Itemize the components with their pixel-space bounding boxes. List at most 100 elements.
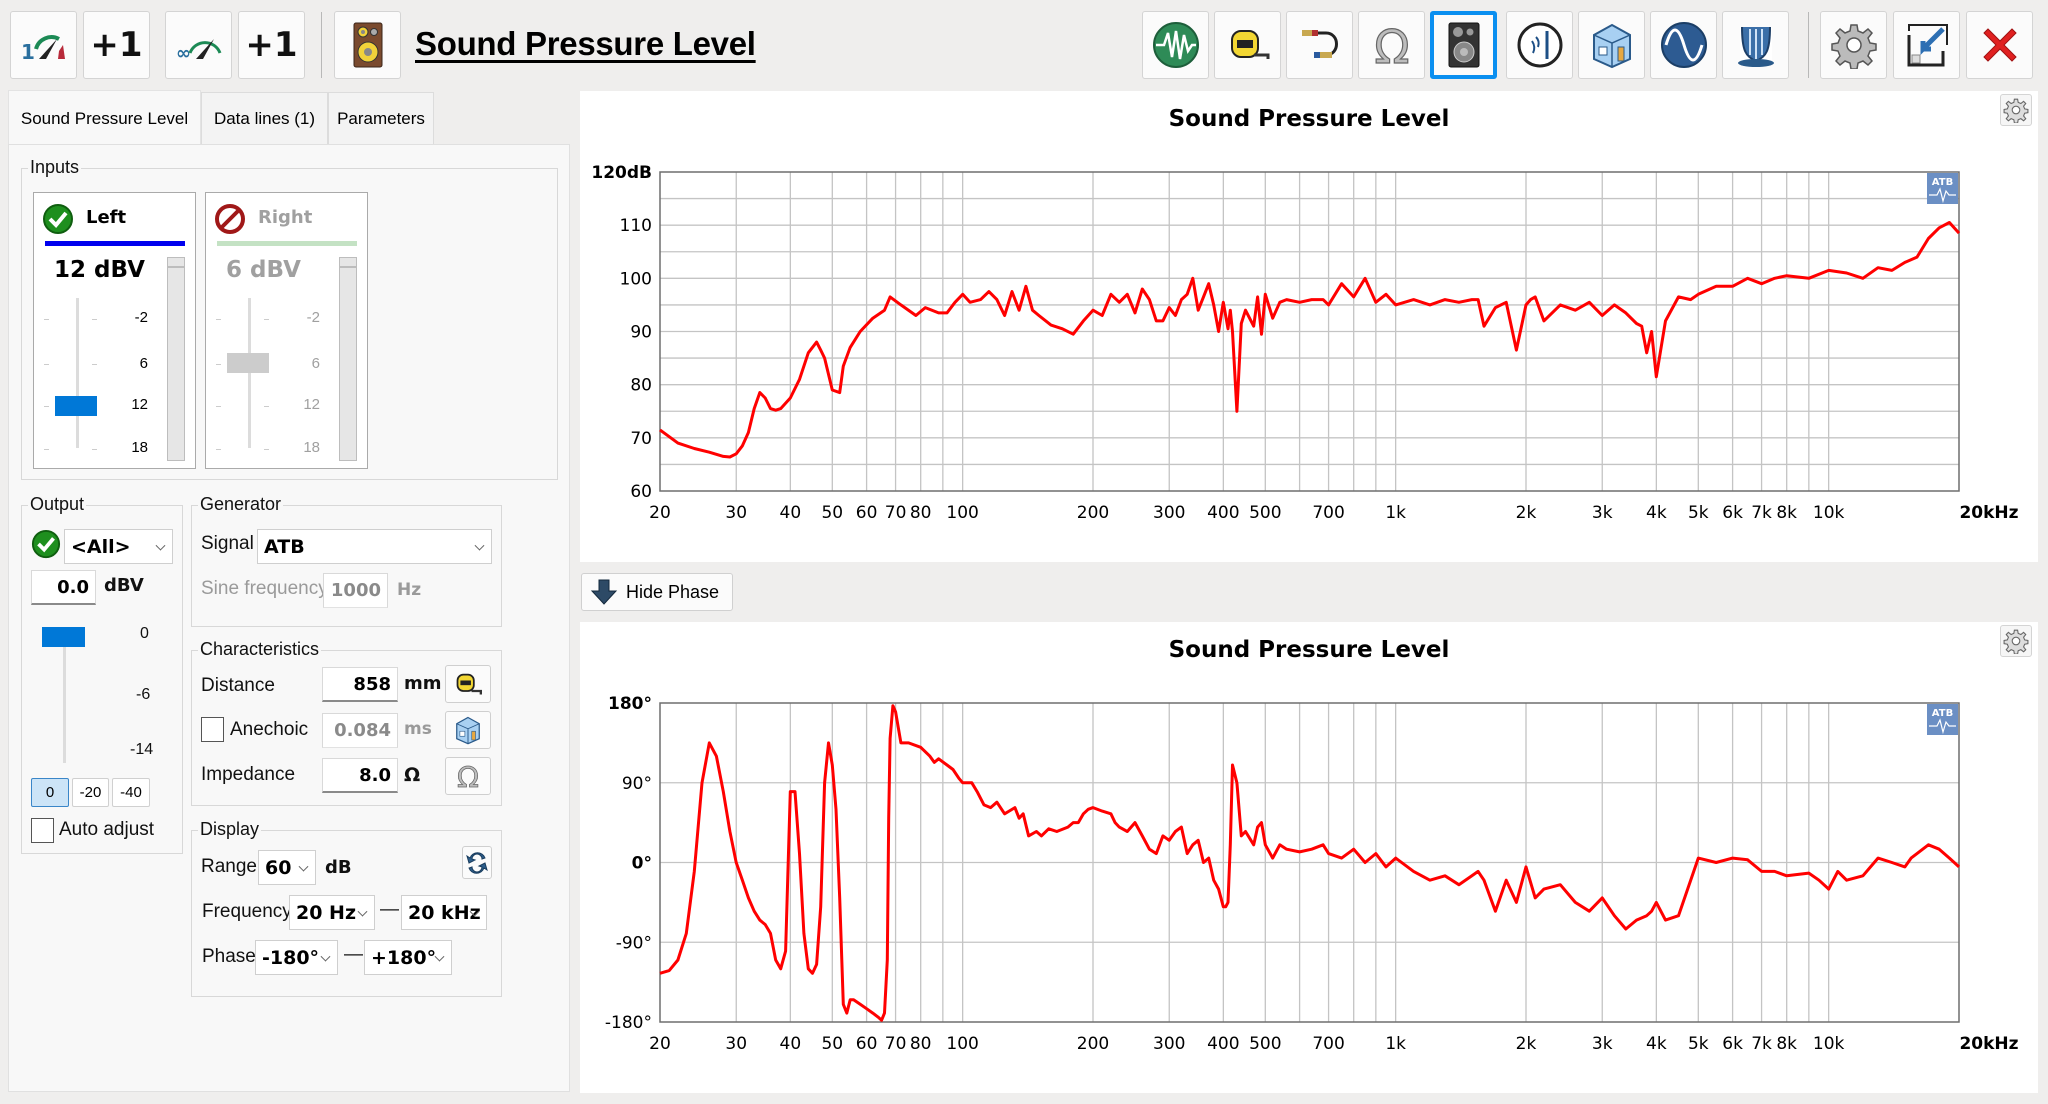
single-plus-one-button[interactable]: +1 xyxy=(83,11,150,79)
phase-x-tick-label: 20 xyxy=(649,1034,671,1054)
phase-range-dash: — xyxy=(344,944,363,965)
frequency-from-value: 20 Hz xyxy=(296,901,357,924)
phase-x-tick-label: 70 xyxy=(885,1034,907,1054)
anechoic-field[interactable]: 0.084 xyxy=(322,713,398,748)
phase-from-select[interactable]: -180° xyxy=(255,940,338,975)
spl-x-tick-label: 7k xyxy=(1751,503,1772,523)
chevron-down-icon xyxy=(298,861,309,872)
tab-label: Sound Pressure Level xyxy=(20,108,189,128)
speaker-icon xyxy=(353,22,382,68)
mode-indicator-button[interactable] xyxy=(334,11,401,79)
phase-y-tick-label: 180° xyxy=(608,694,652,714)
tab-label: Data lines (1) xyxy=(213,108,316,128)
chevron-down-icon xyxy=(474,540,485,551)
anechoic-value: 0.084 xyxy=(334,720,391,741)
phase-x-tick-label: 40 xyxy=(780,1034,802,1054)
output-preset-40-button[interactable]: -40 xyxy=(112,778,150,807)
refresh-icon xyxy=(466,851,488,874)
output-channel-select[interactable]: <All> xyxy=(64,529,173,564)
tab-sound-pressure-level[interactable]: Sound Pressure Level xyxy=(8,90,201,146)
chevron-down-icon xyxy=(357,906,368,917)
close-button[interactable] xyxy=(1966,11,2033,79)
check-icon[interactable] xyxy=(31,529,61,559)
phase-y-tick-label: 0° xyxy=(632,854,652,874)
phase-from-value: -180° xyxy=(262,946,320,969)
measure-distance-button[interactable] xyxy=(445,665,491,703)
distance-field[interactable]: 858 xyxy=(322,667,398,702)
spl-x-tick-label: 8k xyxy=(1776,503,1797,523)
impedance-button[interactable]: Ω xyxy=(1358,11,1425,79)
sine-frequency-unit: Hz xyxy=(397,580,422,600)
room-settings-button[interactable] xyxy=(445,711,491,749)
svg-text:Ω: Ω xyxy=(1374,21,1409,69)
cable-button[interactable] xyxy=(1286,11,1353,79)
output-slider-thumb[interactable] xyxy=(42,627,85,647)
auto-adjust-checkbox[interactable] xyxy=(31,818,54,843)
gain-slider-track[interactable] xyxy=(76,298,79,448)
continuous-plus-one-button[interactable]: +1 xyxy=(238,11,305,79)
meter-tick: 6 xyxy=(311,355,320,372)
output-preset-0-button[interactable]: 0 xyxy=(31,778,69,807)
range-value: 60 xyxy=(265,856,292,879)
chevron-down-icon xyxy=(155,540,166,551)
gain-slider-track[interactable] xyxy=(248,298,251,448)
sound-wave-button[interactable] xyxy=(1506,11,1573,79)
tab-parameters[interactable]: Parameters xyxy=(328,92,434,144)
distance-button[interactable] xyxy=(1214,11,1281,79)
range-label: Range xyxy=(201,856,257,877)
tab-data-lines[interactable]: Data lines (1) xyxy=(201,92,328,144)
waterfall-button[interactable] xyxy=(1722,11,1789,79)
phase-x-tick-label: 200 xyxy=(1077,1034,1109,1054)
arrow-down-icon xyxy=(590,579,618,605)
range-select[interactable]: 60 xyxy=(258,850,316,885)
frequency-range-dash: — xyxy=(380,899,399,920)
phase-chart[interactable]: -180° -90° 0° 90° 180° 20 30 40 50 60 70 80 100 200 30… xyxy=(580,622,2038,1093)
export-button[interactable] xyxy=(1893,11,1960,79)
disabled-icon[interactable] xyxy=(214,203,246,235)
phase-to-select[interactable]: +180° xyxy=(364,940,452,975)
hide-phase-button[interactable]: Hide Phase xyxy=(581,573,733,611)
refresh-display-button[interactable] xyxy=(462,846,492,879)
atb-badge-label: ATB xyxy=(1932,708,1953,719)
sine-button[interactable] xyxy=(1650,11,1717,79)
range-unit: dB xyxy=(325,857,352,878)
spl-x-tick-label: 200 xyxy=(1077,503,1109,523)
level-meter-bar xyxy=(339,257,357,461)
frequency-from-select[interactable]: 20 Hz xyxy=(289,895,375,930)
signal-select[interactable]: ATB xyxy=(257,529,492,564)
gain-slider-thumb[interactable] xyxy=(55,396,97,416)
anechoic-checkbox[interactable] xyxy=(201,717,224,742)
settings-button[interactable] xyxy=(1820,11,1887,79)
frequency-to-select[interactable]: 20 kHz xyxy=(401,895,487,930)
single-measure-button[interactable]: 1 xyxy=(10,11,77,79)
omega-icon: Ω xyxy=(457,761,480,791)
spl-chart[interactable]: 60708090100110120dB20 30 40 50 60 70 80 100 200 3… xyxy=(580,91,2038,562)
room-button[interactable] xyxy=(1578,11,1645,79)
channel-level-value: 6 dBV xyxy=(226,257,301,283)
oscilloscope-button[interactable] xyxy=(1142,11,1209,79)
output-slider-track[interactable] xyxy=(63,627,66,763)
phase-x-tick-label: 4k xyxy=(1646,1034,1667,1054)
check-icon[interactable] xyxy=(42,203,74,235)
auto-adjust-label: Auto adjust xyxy=(59,819,155,840)
spl-y-tick-label: 90 xyxy=(630,323,652,343)
generator-group: Generator xyxy=(191,494,502,627)
continuous-measure-button[interactable]: ∞ xyxy=(165,11,232,79)
output-preset-20-button[interactable]: -20 xyxy=(72,778,109,807)
phase-x-tick-label: 20kHz xyxy=(1959,1034,2018,1054)
output-level-field[interactable]: 0.0 xyxy=(31,570,96,605)
input-meter-left: Left 12 dBV -2 6 12 18 xyxy=(33,192,196,469)
sine-icon xyxy=(1660,22,1707,68)
sine-frequency-field[interactable]: 1000 xyxy=(323,573,388,608)
spl-button[interactable] xyxy=(1430,11,1497,79)
spl-x-tick-label: 500 xyxy=(1249,503,1281,523)
spl-x-tick-label: 5k xyxy=(1688,503,1709,523)
room-icon xyxy=(1592,23,1631,69)
gain-slider-thumb[interactable] xyxy=(227,353,269,373)
spl-x-tick-label: 4k xyxy=(1646,503,1667,523)
measure-impedance-button[interactable]: Ω xyxy=(445,757,491,795)
impedance-field[interactable]: 8.0 xyxy=(322,758,398,793)
spl-y-tick-label: 80 xyxy=(630,376,652,396)
meter-tick: -2 xyxy=(134,309,148,326)
distance-label: Distance xyxy=(201,675,275,696)
